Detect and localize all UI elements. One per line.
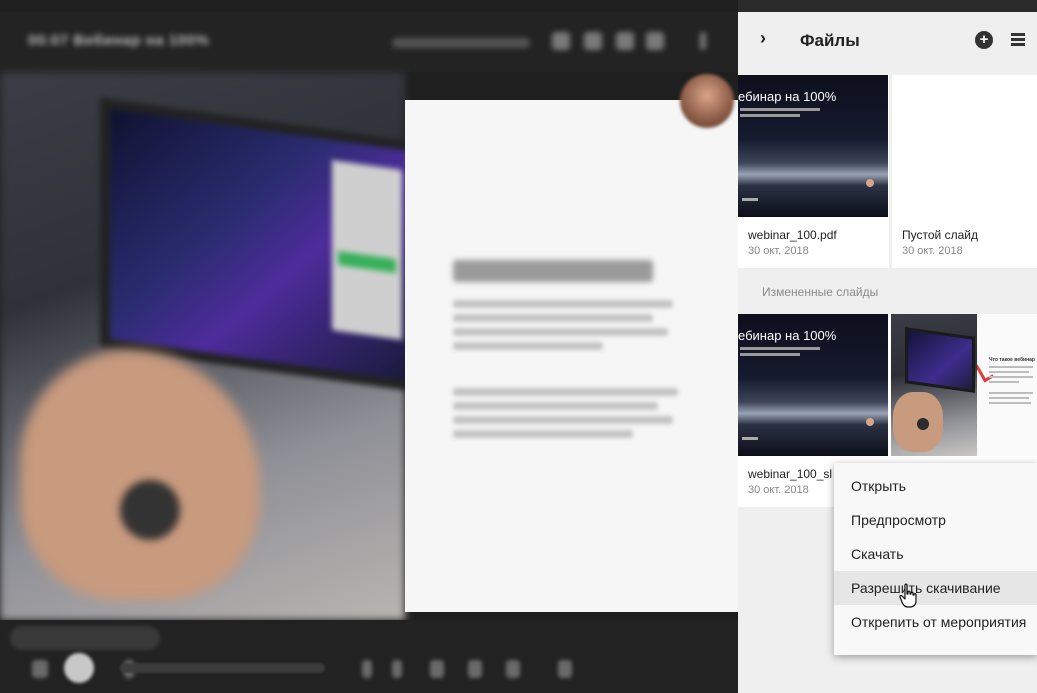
file-thumbnail: Что такое вебинар	[891, 314, 1037, 456]
mic-icon[interactable]	[32, 660, 48, 678]
menu-item-open[interactable]: Открыть	[834, 469, 1037, 503]
file-name: webinar_100.pdf	[748, 228, 837, 242]
file-date: 30 окт. 2018	[902, 245, 963, 257]
file-card[interactable]: Пустой слайд 30 окт. 2018	[892, 75, 1037, 268]
chevron-right-icon[interactable]: ›	[760, 28, 766, 49]
more-icon[interactable]	[700, 32, 706, 50]
file-context-menu: Открыть Предпросмотр Скачать Разрешить с…	[834, 463, 1037, 655]
files-panel-title: Файлы	[800, 31, 860, 50]
menu-item-detach-from-event[interactable]: Открепить от мероприятия	[834, 605, 1037, 639]
thumbnail-title: ебинар на 100%	[738, 89, 837, 104]
next-icon[interactable]	[392, 660, 402, 678]
prev-icon[interactable]	[362, 660, 372, 678]
presentation-slide	[405, 100, 738, 612]
speaker-label	[10, 626, 160, 650]
chat-icon[interactable]	[584, 32, 602, 50]
file-name: Пустой слайд	[902, 228, 978, 242]
pen-icon[interactable]	[430, 660, 444, 678]
plus-circle-icon[interactable]: +	[975, 31, 993, 49]
volume-slider[interactable]	[120, 663, 325, 673]
player-controls	[0, 620, 738, 693]
timer-icon[interactable]	[468, 660, 482, 678]
hand-pointer-icon	[899, 583, 917, 608]
file-thumbnail: ебинар на 100%	[738, 314, 888, 456]
download-icon[interactable]	[616, 32, 634, 50]
menu-item-download[interactable]: Скачать	[834, 537, 1037, 571]
list-view-icon[interactable]	[1011, 33, 1025, 47]
slide-heading	[453, 260, 653, 282]
laptop-screen-image	[100, 97, 420, 393]
file-icon[interactable]	[646, 32, 664, 50]
file-name: webinar_100_sl	[748, 467, 833, 481]
player-status-pill	[392, 38, 530, 48]
menu-item-allow-download[interactable]: Разрешить скачивание	[834, 571, 1037, 605]
menu-item-preview[interactable]: Предпросмотр	[834, 503, 1037, 537]
section-label: Измененные слайды	[762, 285, 879, 299]
share-icon[interactable]	[506, 660, 520, 678]
settings-icon[interactable]	[558, 660, 572, 678]
presenter-avatar[interactable]	[680, 74, 734, 128]
file-card[interactable]: ебинар на 100% webinar_100.pdf 30 окт. 2…	[738, 75, 889, 268]
search-icon[interactable]	[552, 32, 570, 50]
webinar-stage: 00:07 Вебинар на 100%	[0, 0, 738, 693]
files-panel-header: › Файлы +	[738, 12, 1037, 72]
file-thumbnail: ебинар на 100%	[738, 75, 888, 217]
file-date: 30 окт. 2018	[748, 245, 809, 257]
player-title: 00:07 Вебинар на 100%	[28, 32, 210, 49]
camera-button[interactable]	[64, 653, 94, 683]
player-top-bar: 00:07 Вебинар на 100%	[0, 12, 738, 72]
watch-image	[120, 480, 180, 540]
file-date: 30 окт. 2018	[748, 484, 809, 496]
